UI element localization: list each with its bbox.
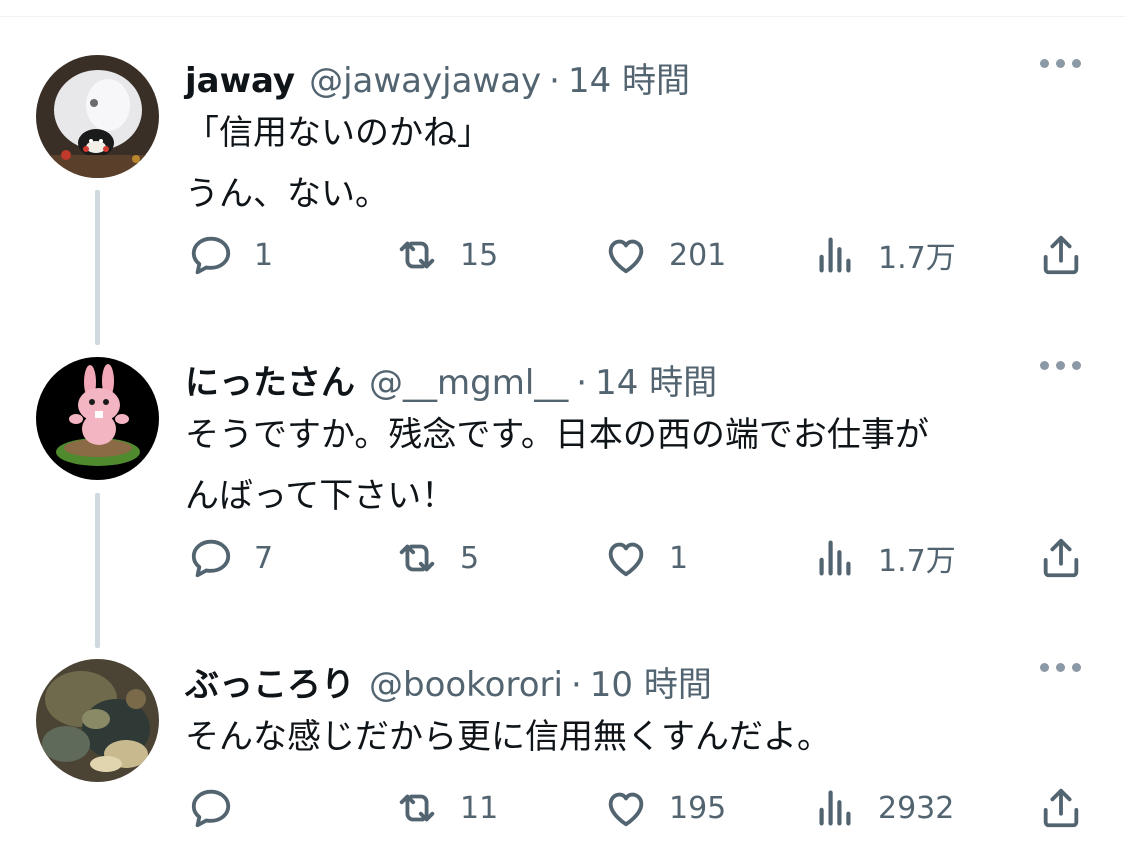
display-name[interactable]: ぶっころり bbox=[185, 657, 355, 706]
three-dots-icon bbox=[1040, 361, 1049, 370]
view-count: 1.7万 bbox=[878, 241, 956, 276]
bar-chart-icon bbox=[819, 790, 851, 826]
avatar[interactable] bbox=[36, 357, 159, 480]
display-name[interactable]: にったさん bbox=[185, 355, 355, 404]
view-count: 1.7万 bbox=[878, 544, 956, 579]
action-bar: 11 195 2932 bbox=[0, 783, 1125, 833]
share-button[interactable] bbox=[1038, 533, 1084, 583]
user-handle[interactable]: @bookorori bbox=[369, 665, 563, 705]
retweet-count: 5 bbox=[460, 540, 480, 576]
three-dots-icon bbox=[1040, 59, 1049, 68]
tweet-text-line: そんな感じだから更に信用無くすんだよ。 bbox=[185, 717, 831, 757]
three-dots-icon bbox=[1040, 663, 1049, 672]
display-name[interactable]: jaway bbox=[185, 61, 295, 101]
bar-chart-icon bbox=[819, 237, 851, 273]
like-button[interactable]: 1 bbox=[603, 533, 688, 583]
action-bar: 7 5 1 1.7万 bbox=[0, 533, 1125, 583]
bar-chart-icon bbox=[819, 540, 851, 576]
tweet[interactable]: にったさん @__mgml__ · 14 時間 そうですか。残念です。日本の西の… bbox=[0, 355, 1125, 605]
views-button[interactable]: 2932 bbox=[812, 783, 954, 833]
tweet-text-line: 「信用ないのかね」 bbox=[185, 113, 491, 153]
separator-dot: · bbox=[576, 363, 588, 403]
comment-bubble-icon bbox=[191, 236, 231, 275]
avatar-abstract-image bbox=[36, 659, 159, 782]
like-count: 201 bbox=[669, 237, 727, 273]
retweet-count: 11 bbox=[460, 790, 499, 826]
reply-count: 1 bbox=[254, 237, 274, 273]
reply-button[interactable] bbox=[188, 783, 254, 833]
share-upload-icon bbox=[1043, 538, 1079, 578]
tweet-text-line: んばって下さい！ bbox=[185, 476, 456, 516]
heart-icon bbox=[608, 542, 644, 577]
views-button[interactable]: 1.7万 bbox=[812, 533, 956, 583]
tweet-text: そうですか。残念です。日本の西の端でお仕事が んばって下さい！ bbox=[185, 405, 929, 527]
share-button[interactable] bbox=[1038, 230, 1084, 280]
tweet-text-line: うん、ない。 bbox=[185, 174, 389, 214]
retweet-button[interactable]: 5 bbox=[394, 533, 479, 583]
tweet-text: そんな感じだから更に信用無くすんだよ。 bbox=[185, 707, 831, 768]
heart-icon bbox=[608, 239, 644, 274]
like-count: 195 bbox=[669, 790, 727, 826]
user-handle[interactable]: @__mgml__ bbox=[369, 363, 568, 403]
retweet-button[interactable]: 15 bbox=[394, 230, 498, 280]
heart-icon bbox=[608, 792, 644, 827]
user-handle[interactable]: @jawayjaway bbox=[309, 61, 541, 101]
tweet-header: jaway @jawayjaway · 14 時間 bbox=[185, 53, 690, 101]
tweet[interactable]: ぶっころり @bookorori · 10 時間 そんな感じだから更に信用無くす… bbox=[0, 657, 1125, 848]
like-button[interactable]: 201 bbox=[603, 230, 726, 280]
retweet-button[interactable]: 11 bbox=[394, 783, 498, 833]
avatar-helmet-image bbox=[36, 55, 159, 178]
tweet-header: ぶっころり @bookorori · 10 時間 bbox=[185, 657, 712, 705]
view-count: 2932 bbox=[878, 790, 955, 826]
timestamp[interactable]: 14 時間 bbox=[568, 53, 690, 102]
share-button[interactable] bbox=[1038, 783, 1084, 833]
views-button[interactable]: 1.7万 bbox=[812, 230, 956, 280]
timestamp[interactable]: 10 時間 bbox=[590, 657, 712, 706]
like-button[interactable]: 195 bbox=[603, 783, 726, 833]
separator-dot: · bbox=[549, 61, 560, 101]
more-options-button[interactable] bbox=[1040, 663, 1081, 672]
retweet-count: 15 bbox=[460, 237, 499, 273]
reply-count: 7 bbox=[254, 540, 274, 576]
separator-dot: · bbox=[570, 665, 582, 705]
retweet-arrows-icon bbox=[399, 544, 435, 572]
comment-bubble-icon bbox=[191, 539, 231, 578]
retweet-arrows-icon bbox=[399, 241, 435, 269]
reply-button[interactable]: 7 bbox=[188, 533, 273, 583]
tweet[interactable]: jaway @jawayjaway · 14 時間 「信用ないのかね」 うん、な… bbox=[0, 53, 1125, 303]
avatar[interactable] bbox=[36, 659, 159, 782]
timestamp[interactable]: 14 時間 bbox=[595, 355, 717, 404]
more-options-button[interactable] bbox=[1040, 361, 1081, 370]
tweet-text: 「信用ないのかね」 うん、ない。 bbox=[185, 103, 491, 225]
share-upload-icon bbox=[1043, 788, 1079, 828]
comment-bubble-icon bbox=[191, 789, 231, 828]
retweet-arrows-icon bbox=[399, 794, 435, 822]
reply-button[interactable]: 1 bbox=[188, 230, 273, 280]
action-bar: 1 15 201 1.7万 bbox=[0, 230, 1125, 280]
top-divider bbox=[0, 16, 1125, 17]
share-upload-icon bbox=[1043, 235, 1079, 275]
like-count: 1 bbox=[669, 540, 689, 576]
avatar-rabbit-image bbox=[36, 357, 159, 480]
avatar[interactable] bbox=[36, 55, 159, 178]
tweet-header: にったさん @__mgml__ · 14 時間 bbox=[185, 355, 717, 403]
tweet-text-line: そうですか。残念です。日本の西の端でお仕事が bbox=[185, 415, 929, 455]
more-options-button[interactable] bbox=[1040, 59, 1081, 68]
